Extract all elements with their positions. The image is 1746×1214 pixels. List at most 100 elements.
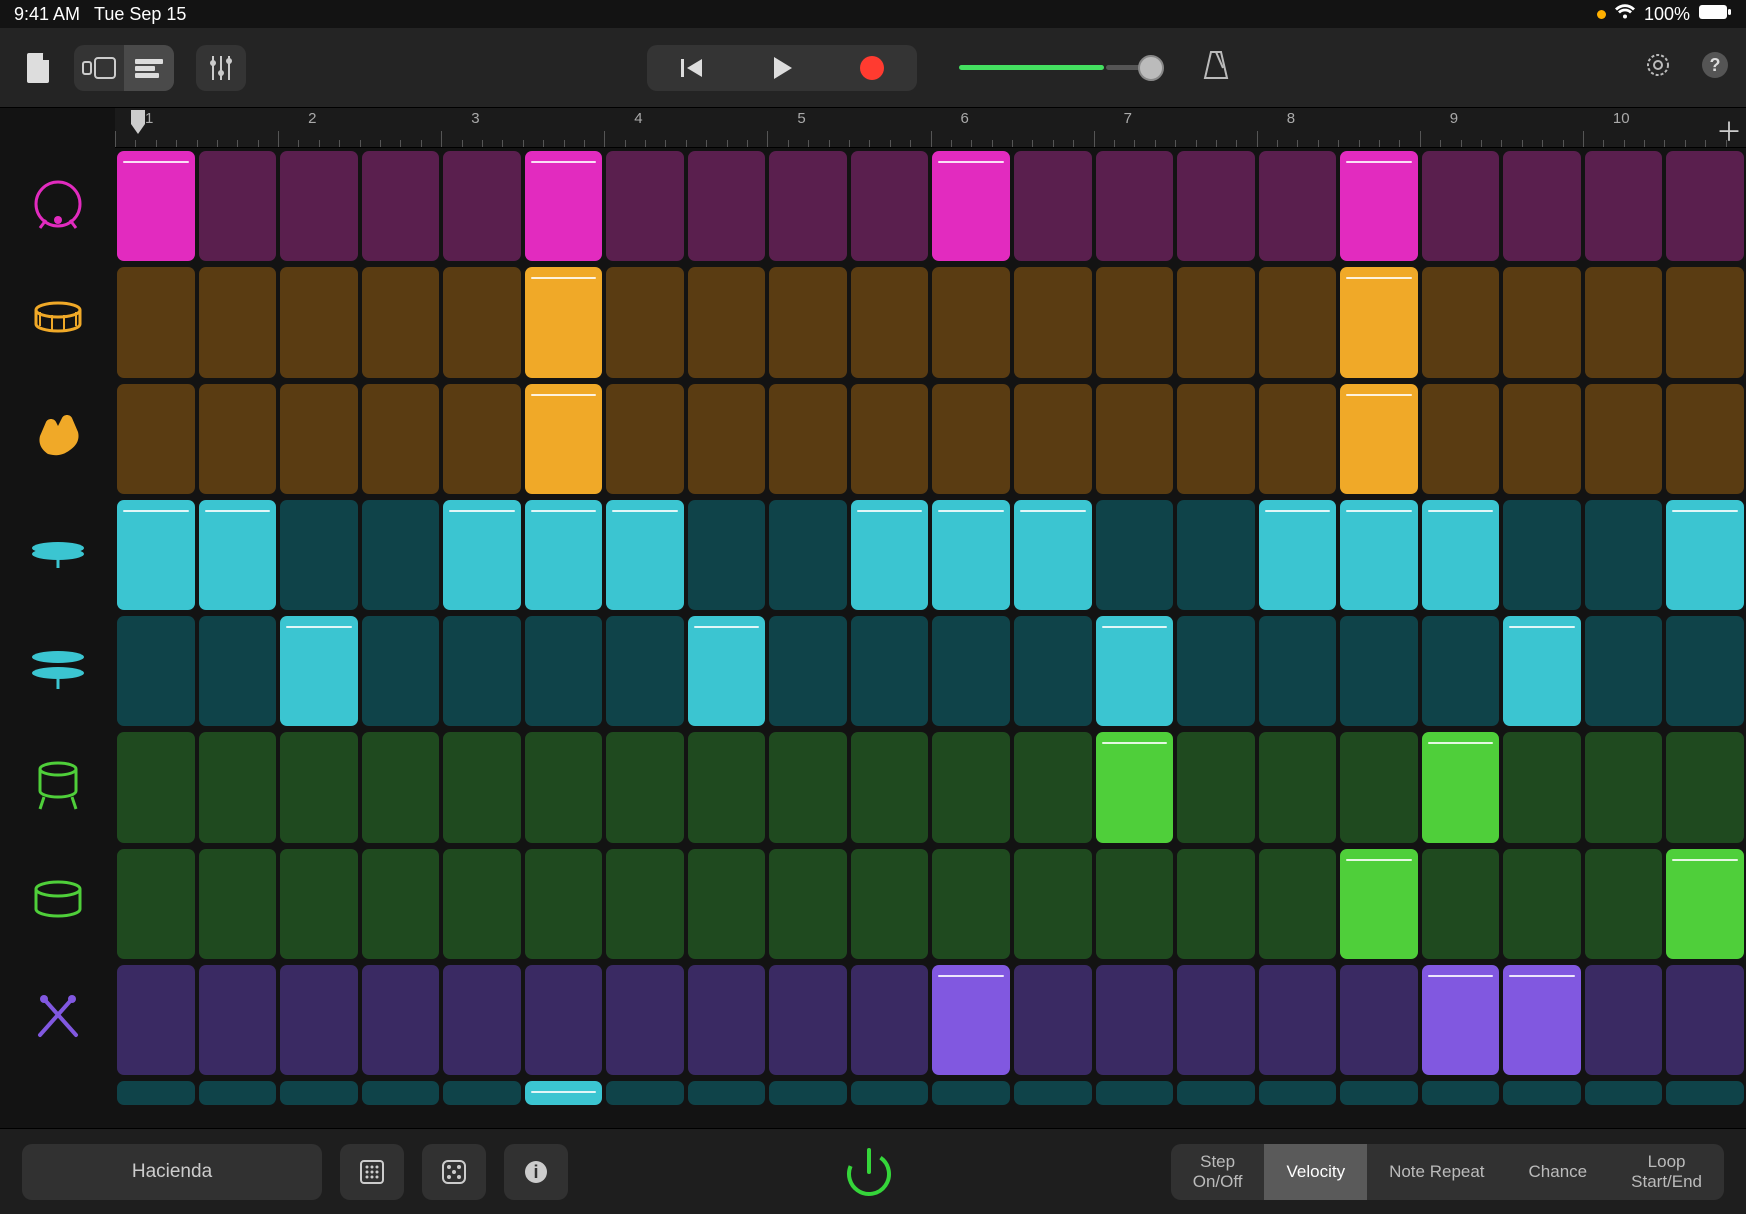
step-cell[interactable] [525,965,603,1075]
step-cell[interactable] [688,384,766,494]
step-cell[interactable] [1014,1081,1092,1105]
step-cell[interactable] [769,616,847,726]
step-cell[interactable] [199,384,277,494]
step-cell[interactable] [688,1081,766,1105]
step-cell[interactable] [1259,151,1337,261]
step-cell[interactable] [1014,849,1092,959]
step-cell[interactable] [1096,616,1174,726]
step-cell[interactable] [769,1081,847,1105]
step-cell[interactable] [1503,500,1581,610]
step-cell[interactable] [1014,267,1092,377]
step-cell[interactable] [1422,384,1500,494]
step-cell[interactable] [932,500,1010,610]
step-cell[interactable] [1014,732,1092,842]
step-cell[interactable] [362,500,440,610]
step-cell[interactable] [606,616,684,726]
step-cell[interactable] [280,965,358,1075]
track-header-tom-lo[interactable] [0,846,115,962]
step-cell[interactable] [1177,1081,1255,1105]
step-cell[interactable] [1340,732,1418,842]
step-cell[interactable] [362,151,440,261]
step-cell[interactable] [199,151,277,261]
step-cell[interactable] [1014,384,1092,494]
step-cell[interactable] [1096,151,1174,261]
step-cell[interactable] [443,965,521,1075]
step-cell[interactable] [117,1081,195,1105]
step-cell[interactable] [280,151,358,261]
step-cell[interactable] [1177,267,1255,377]
step-cell[interactable] [769,849,847,959]
step-cell[interactable] [525,267,603,377]
step-cell[interactable] [199,267,277,377]
step-cell[interactable] [1666,500,1744,610]
step-cell[interactable] [1096,384,1174,494]
step-cell[interactable] [851,849,929,959]
step-cell[interactable] [1503,384,1581,494]
step-cell[interactable] [769,500,847,610]
step-cell[interactable] [362,616,440,726]
step-cell[interactable] [1259,849,1337,959]
step-cell[interactable] [1177,384,1255,494]
step-cell[interactable] [199,849,277,959]
step-cell[interactable] [1585,151,1663,261]
step-cell[interactable] [1259,500,1337,610]
step-cell[interactable] [525,151,603,261]
track-header-kick[interactable] [0,148,115,264]
info-button[interactable]: i [504,1144,568,1200]
step-cell[interactable] [280,732,358,842]
step-cell[interactable] [1340,267,1418,377]
step-cell[interactable] [1014,616,1092,726]
track-header-clap[interactable] [0,381,115,497]
step-cell[interactable] [1503,616,1581,726]
browser-view-button[interactable] [74,45,124,91]
step-cell[interactable] [280,616,358,726]
step-cell[interactable] [688,732,766,842]
step-cell[interactable] [932,732,1010,842]
step-cell[interactable] [280,1081,358,1105]
track-controls-button[interactable] [196,45,246,91]
track-header-snare[interactable] [0,264,115,380]
step-cell[interactable] [117,849,195,959]
step-cell[interactable] [851,384,929,494]
step-cell[interactable] [1340,849,1418,959]
step-cell[interactable] [851,500,929,610]
step-cell[interactable] [769,151,847,261]
track-header-tom-hi[interactable] [0,729,115,845]
help-button[interactable]: ? [1700,50,1730,85]
step-cell[interactable] [1096,1081,1174,1105]
step-cell[interactable] [1422,500,1500,610]
step-cell[interactable] [932,384,1010,494]
step-cell[interactable] [1259,267,1337,377]
step-cell[interactable] [280,849,358,959]
step-cell[interactable] [1340,384,1418,494]
step-cell[interactable] [199,965,277,1075]
my-songs-button[interactable] [16,45,62,91]
step-cell[interactable] [443,267,521,377]
step-cell[interactable] [1014,965,1092,1075]
step-cell[interactable] [932,267,1010,377]
step-cell[interactable] [443,500,521,610]
step-cell[interactable] [362,1081,440,1105]
mode-velocity[interactable]: Velocity [1264,1144,1367,1200]
step-cell[interactable] [1014,151,1092,261]
play-button[interactable] [737,45,827,91]
mode-loop[interactable]: LoopStart/End [1609,1144,1724,1200]
step-cell[interactable] [1585,500,1663,610]
step-cell[interactable] [769,965,847,1075]
step-cell[interactable] [1585,616,1663,726]
step-cell[interactable] [1666,732,1744,842]
step-cell[interactable] [1340,965,1418,1075]
step-cell[interactable] [1503,965,1581,1075]
step-cell[interactable] [443,151,521,261]
step-cell[interactable] [1666,849,1744,959]
step-cell[interactable] [1177,151,1255,261]
step-cell[interactable] [851,151,929,261]
step-cell[interactable] [1503,1081,1581,1105]
step-cell[interactable] [932,1081,1010,1105]
step-cell[interactable] [1096,267,1174,377]
step-cell[interactable] [688,616,766,726]
step-cell[interactable] [688,500,766,610]
step-cell[interactable] [1177,616,1255,726]
tracks-view-button[interactable] [124,45,174,91]
step-cell[interactable] [1666,151,1744,261]
